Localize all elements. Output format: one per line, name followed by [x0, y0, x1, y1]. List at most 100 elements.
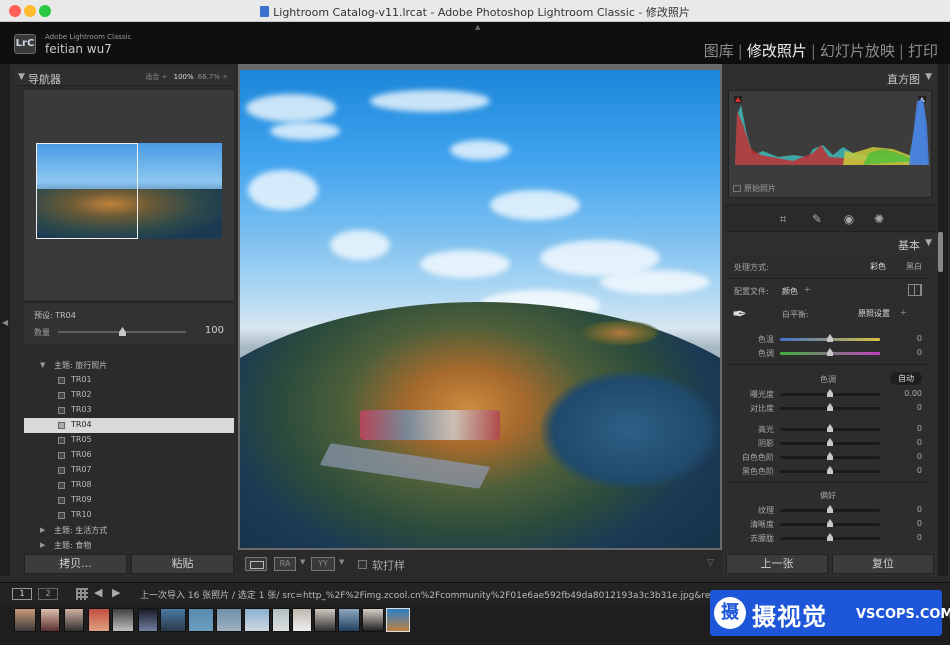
collapse-triangle-icon[interactable]: ▼ [925, 238, 932, 248]
preset-item[interactable]: TR03 [24, 403, 234, 418]
back-arrow-icon[interactable]: ◀ [94, 586, 102, 599]
red-eye-icon[interactable]: ◉ [842, 212, 856, 226]
yy-dropdown-icon[interactable]: ▼ [339, 558, 344, 566]
collapse-triangle-icon[interactable]: ▼ [925, 72, 932, 82]
filmstrip-thumbnail[interactable] [64, 608, 84, 632]
zoom-custom[interactable]: 66.7% [198, 73, 220, 81]
clarity-slider-knob[interactable] [827, 519, 833, 527]
before-after-yy-button[interactable]: YY [311, 557, 335, 571]
filmstrip-thumbnail[interactable] [160, 608, 186, 632]
navigator-preview[interactable] [24, 90, 234, 300]
whites-slider-knob[interactable] [827, 452, 833, 460]
preset-folder[interactable]: ▶ 主题: 食物 [24, 538, 234, 550]
filmstrip-thumbnail[interactable] [386, 608, 410, 632]
filmstrip-thumbnail[interactable] [14, 608, 36, 632]
profile-browser-icon[interactable] [908, 284, 922, 296]
softproof-checkbox[interactable] [358, 560, 367, 569]
preset-item[interactable]: TR05 [24, 433, 234, 448]
toolbar-menu-icon[interactable]: ▽ [707, 558, 714, 568]
right-scrollbar[interactable] [938, 232, 943, 272]
filmstrip-thumbnail[interactable] [88, 608, 110, 632]
highlights-slider-knob[interactable] [827, 424, 833, 432]
main-window-button[interactable]: 1 [12, 588, 32, 600]
zoom-fit[interactable]: 适合 [145, 73, 159, 81]
contrast-slider-knob[interactable] [827, 403, 833, 411]
loupe-view-icon[interactable] [245, 557, 267, 571]
histogram[interactable]: 原始照片 [728, 90, 932, 198]
filmstrip-thumbnail[interactable] [40, 608, 60, 632]
filmstrip-thumbnail[interactable] [244, 608, 270, 632]
zoom-100[interactable]: 100% [170, 73, 198, 81]
filmstrip-thumbnail[interactable] [138, 608, 158, 632]
clarity-value[interactable]: 0 [917, 519, 922, 528]
shadows-value[interactable]: 0 [917, 438, 922, 447]
crop-icon[interactable]: ⌗ [776, 212, 790, 226]
filmstrip-thumbnail[interactable] [314, 608, 336, 632]
texture-value[interactable]: 0 [917, 505, 922, 514]
preset-item[interactable]: TR01 [24, 373, 234, 388]
original-photo-checkbox[interactable] [733, 185, 741, 192]
grid-view-icon[interactable] [76, 588, 88, 600]
filmstrip-thumbnail[interactable] [216, 608, 242, 632]
dehaze-value[interactable]: 0 [917, 533, 922, 542]
preset-item[interactable]: TR06 [24, 448, 234, 463]
tint-slider-knob[interactable] [827, 348, 833, 356]
preset-folder[interactable]: ▼ 主题: 旅行照片 [24, 358, 234, 373]
dehaze-slider-knob[interactable] [827, 533, 833, 541]
tint-value[interactable]: 0 [917, 348, 922, 357]
preset-item[interactable]: TR09 [24, 493, 234, 508]
module-develop[interactable]: 修改照片 [743, 42, 811, 60]
amount-value[interactable]: 100 [205, 325, 224, 336]
filmstrip-thumbnail[interactable] [188, 608, 214, 632]
wb-dropdown[interactable]: 原照设置 [858, 308, 890, 319]
collapsed-triangle-icon[interactable]: ▶ [40, 526, 45, 534]
whites-value[interactable]: 0 [917, 452, 922, 461]
shadows-slider-knob[interactable] [827, 438, 833, 446]
texture-slider-knob[interactable] [827, 505, 833, 513]
module-slideshow[interactable]: 幻灯片放映 [816, 42, 899, 60]
previous-button[interactable]: 上一张 [726, 554, 828, 574]
exposure-value[interactable]: 0.00 [904, 389, 922, 398]
profile-dropdown-icon[interactable]: ÷ [804, 285, 811, 294]
navigator-header[interactable]: ▼ 导航器 适合 ÷ 100% 66.7% ÷ [14, 68, 234, 86]
healing-icon[interactable]: ✎ [810, 212, 824, 226]
navigator-viewport-rect[interactable] [36, 143, 138, 239]
histogram-header[interactable]: 直方图 ▼ [724, 68, 936, 86]
secondary-window-button[interactable]: 2 [38, 588, 58, 600]
collapsed-triangle-icon[interactable]: ▶ [40, 541, 45, 549]
treatment-color-option[interactable]: 彩色 [870, 261, 886, 272]
preset-item[interactable]: TR02 [24, 388, 234, 403]
preset-folder[interactable]: ▶ 主题: 生活方式 [24, 523, 234, 538]
forward-arrow-icon[interactable]: ▶ [112, 586, 120, 599]
module-print[interactable]: 打印 [904, 42, 942, 60]
ra-dropdown-icon[interactable]: ▼ [300, 558, 305, 566]
basic-header[interactable]: 基本 ▼ [724, 234, 936, 252]
contrast-value[interactable]: 0 [917, 403, 922, 412]
filmstrip-thumbnail[interactable] [272, 608, 290, 632]
preset-item[interactable]: TR07 [24, 463, 234, 478]
masking-icon[interactable]: ✺ [872, 212, 886, 226]
filmstrip-thumbnail[interactable] [362, 608, 384, 632]
auto-button[interactable]: 自动 [890, 372, 922, 385]
reset-button[interactable]: 复位 [832, 554, 934, 574]
filmstrip-thumbnail[interactable] [338, 608, 360, 632]
exposure-slider-knob[interactable] [827, 389, 833, 397]
preset-item[interactable]: TR04 [24, 418, 234, 433]
filmstrip-thumbnail[interactable] [112, 608, 134, 632]
top-panel-toggle-icon[interactable]: ▲ [475, 23, 480, 31]
before-after-ra-button[interactable]: RA [274, 557, 296, 571]
preset-item[interactable]: TR10 [24, 508, 234, 523]
collapse-triangle-icon[interactable]: ▼ [18, 72, 25, 82]
left-panel-toggle-icon[interactable]: ◀ [2, 318, 8, 327]
profile-dropdown[interactable]: 颜色 [782, 286, 798, 297]
paste-button[interactable]: 粘贴 [131, 554, 234, 574]
module-library[interactable]: 图库 [700, 42, 738, 60]
expand-triangle-icon[interactable]: ▼ [40, 361, 45, 369]
amount-slider-knob[interactable] [119, 327, 126, 336]
filmstrip-source-info[interactable]: 上一次导入 16 张照片 / 选定 1 张/ src=http_%2F%2Fim… [140, 588, 781, 601]
highlights-value[interactable]: 0 [917, 424, 922, 433]
temp-value[interactable]: 0 [917, 334, 922, 343]
wb-eyedropper-icon[interactable]: ✒ [732, 304, 747, 325]
wb-dropdown-icon[interactable]: ÷ [900, 308, 907, 317]
treatment-bw-option[interactable]: 黑白 [906, 261, 922, 272]
